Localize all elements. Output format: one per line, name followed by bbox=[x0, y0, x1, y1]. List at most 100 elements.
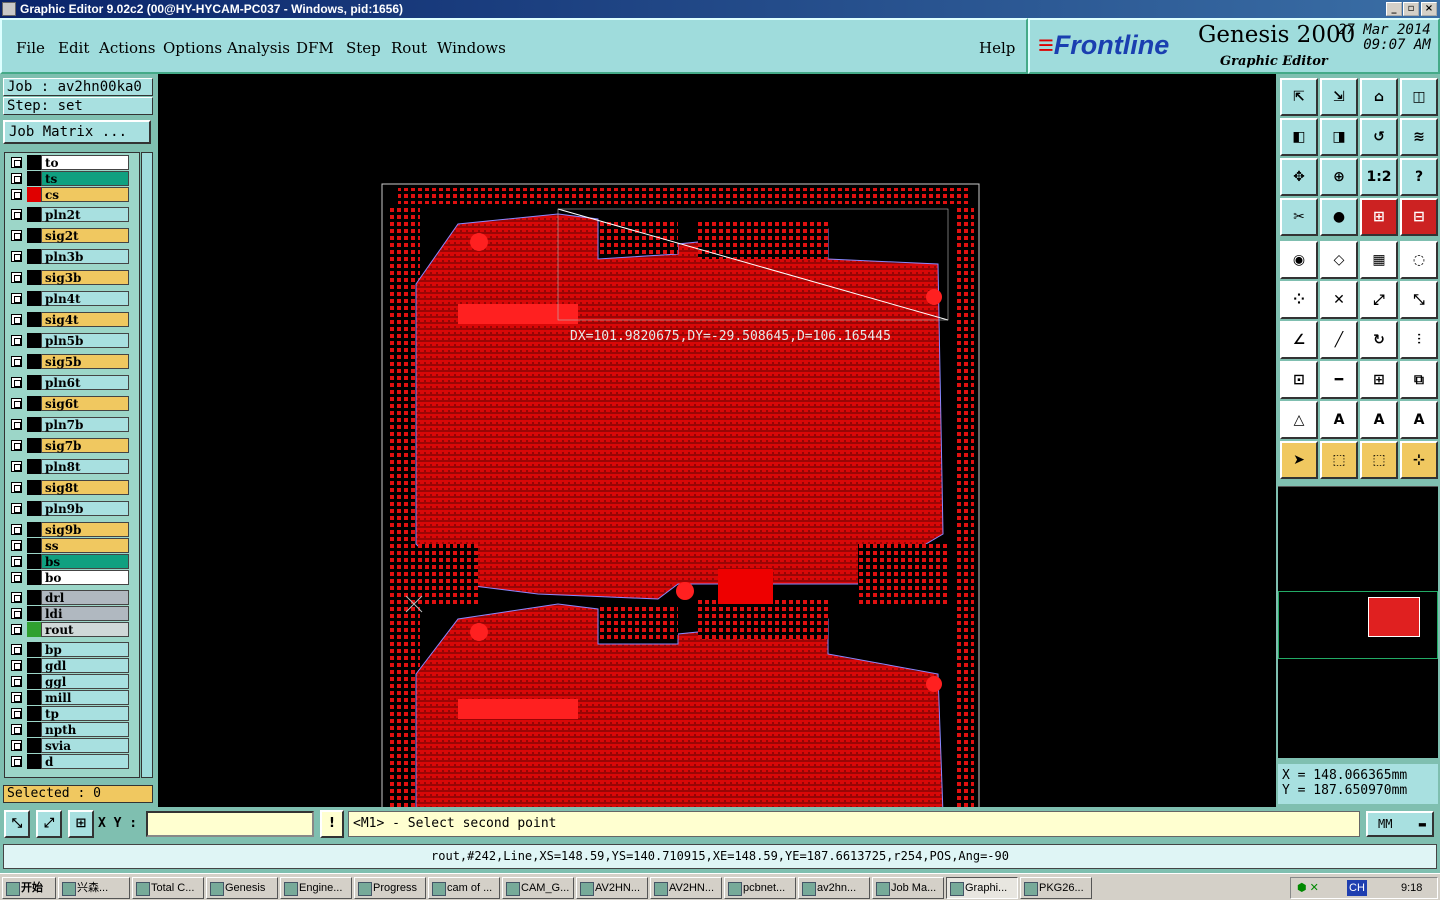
layer-row-sig7b[interactable]: sig7b bbox=[7, 438, 129, 453]
tool-22-icon[interactable]: ✕ bbox=[1320, 281, 1358, 319]
layer-row-sig8t[interactable]: sig8t bbox=[7, 480, 129, 495]
tool-37-icon[interactable]: ➤ bbox=[1280, 441, 1318, 479]
layer-row-npth[interactable]: npth bbox=[7, 722, 129, 737]
layer-row-mill[interactable]: mill bbox=[7, 690, 129, 705]
taskbar-item[interactable]: Progress bbox=[354, 877, 426, 899]
layer-checkbox[interactable] bbox=[11, 440, 22, 451]
menu-dfm[interactable]: DFM bbox=[296, 39, 334, 57]
tool-7-icon[interactable]: ↺ bbox=[1360, 118, 1398, 156]
tool-2-icon[interactable]: ⇲ bbox=[1320, 78, 1358, 116]
layer-checkbox[interactable] bbox=[11, 740, 22, 751]
menu-step[interactable]: Step bbox=[346, 39, 381, 57]
tool-9-icon[interactable]: ✥ bbox=[1280, 158, 1318, 196]
layer-row-ggl[interactable]: ggl bbox=[7, 674, 129, 689]
layer-color-swatch[interactable] bbox=[27, 270, 41, 285]
layer-row-drl[interactable]: drl bbox=[7, 590, 129, 605]
layer-checkbox[interactable] bbox=[11, 676, 22, 687]
layer-checkbox[interactable] bbox=[11, 592, 22, 603]
tool-3-icon[interactable]: ⌂ bbox=[1360, 78, 1398, 116]
layer-checkbox[interactable] bbox=[11, 482, 22, 493]
taskbar-item[interactable]: pcbnet... bbox=[724, 877, 796, 899]
menu-analysis[interactable]: Analysis bbox=[227, 39, 290, 57]
tool-24-icon[interactable]: ⤡ bbox=[1400, 281, 1438, 319]
tool-31-icon[interactable]: ⊞ bbox=[1360, 361, 1398, 399]
tool-12-icon[interactable]: ? bbox=[1400, 158, 1438, 196]
close-button[interactable]: × bbox=[1421, 2, 1437, 16]
layer-checkbox[interactable] bbox=[11, 692, 22, 703]
layer-checkbox[interactable] bbox=[11, 398, 22, 409]
layer-color-swatch[interactable] bbox=[27, 706, 41, 721]
layer-checkbox[interactable] bbox=[11, 157, 22, 168]
taskbar-item[interactable]: CAM_G... bbox=[502, 877, 574, 899]
layer-row-pln2t[interactable]: pln2t bbox=[7, 207, 129, 222]
layer-color-swatch[interactable] bbox=[27, 754, 41, 769]
layer-checkbox[interactable] bbox=[11, 624, 22, 635]
layer-checkbox[interactable] bbox=[11, 173, 22, 184]
taskbar-item[interactable]: av2hn... bbox=[798, 877, 870, 899]
layer-checkbox[interactable] bbox=[11, 209, 22, 220]
layer-row-tp[interactable]: tp bbox=[7, 706, 129, 721]
layer-checkbox[interactable] bbox=[11, 724, 22, 735]
tool-36-icon[interactable]: A bbox=[1400, 401, 1438, 439]
tool-10-icon[interactable]: ⊕ bbox=[1320, 158, 1358, 196]
layer-row-sig3b[interactable]: sig3b bbox=[7, 270, 129, 285]
menu-help[interactable]: Help bbox=[979, 39, 1015, 57]
layer-color-swatch[interactable] bbox=[27, 155, 41, 170]
layer-color-swatch[interactable] bbox=[27, 249, 41, 264]
layer-color-swatch[interactable] bbox=[27, 375, 41, 390]
tool-23-icon[interactable]: ⤢ bbox=[1360, 281, 1398, 319]
layer-color-swatch[interactable] bbox=[27, 522, 41, 537]
layer-row-bp[interactable]: bp bbox=[7, 642, 129, 657]
layer-row-sig5b[interactable]: sig5b bbox=[7, 354, 129, 369]
layer-row-pln6t[interactable]: pln6t bbox=[7, 375, 129, 390]
layer-color-swatch[interactable] bbox=[27, 606, 41, 621]
tool-21-icon[interactable]: ⁘ bbox=[1280, 281, 1318, 319]
layer-checkbox[interactable] bbox=[11, 230, 22, 241]
layer-checkbox[interactable] bbox=[11, 461, 22, 472]
layer-checkbox[interactable] bbox=[11, 524, 22, 535]
layer-color-swatch[interactable] bbox=[27, 622, 41, 637]
tool-27-icon[interactable]: ↻ bbox=[1360, 321, 1398, 359]
layer-row-ss[interactable]: ss bbox=[7, 538, 129, 553]
tool-35-icon[interactable]: A bbox=[1360, 401, 1398, 439]
layer-checkbox[interactable] bbox=[11, 540, 22, 551]
start-button[interactable]: 开始 bbox=[2, 877, 56, 899]
tool-4-icon[interactable]: ◫ bbox=[1400, 78, 1438, 116]
layer-color-swatch[interactable] bbox=[27, 480, 41, 495]
tool-30-icon[interactable]: ━ bbox=[1320, 361, 1358, 399]
layer-row-svia[interactable]: svia bbox=[7, 738, 129, 753]
layer-checkbox[interactable] bbox=[11, 335, 22, 346]
layer-row-sig9b[interactable]: sig9b bbox=[7, 522, 129, 537]
layer-color-swatch[interactable] bbox=[27, 690, 41, 705]
layer-color-swatch[interactable] bbox=[27, 538, 41, 553]
layer-color-swatch[interactable] bbox=[27, 674, 41, 689]
menu-edit[interactable]: Edit bbox=[58, 39, 89, 57]
tool-34-icon[interactable]: A bbox=[1320, 401, 1358, 439]
taskbar-item[interactable]: cam of ... bbox=[428, 877, 500, 899]
tool-33-icon[interactable]: △ bbox=[1280, 401, 1318, 439]
pcb-view[interactable]: DX=101.9820675,DY=-29.508645,D=106.16544… bbox=[158, 74, 1276, 807]
menu-file[interactable]: File bbox=[16, 39, 45, 57]
layer-checkbox[interactable] bbox=[11, 756, 22, 767]
layer-row-gdl[interactable]: gdl bbox=[7, 658, 129, 673]
layer-checkbox[interactable] bbox=[11, 189, 22, 200]
taskbar-item[interactable]: Job Ma... bbox=[872, 877, 944, 899]
taskbar-item[interactable]: AV2HN... bbox=[576, 877, 648, 899]
layer-checkbox[interactable] bbox=[11, 251, 22, 262]
layer-color-swatch[interactable] bbox=[27, 291, 41, 306]
minimize-button[interactable]: _ bbox=[1386, 2, 1402, 16]
tool-13-icon[interactable]: ✂ bbox=[1280, 198, 1318, 236]
layer-row-pln5b[interactable]: pln5b bbox=[7, 333, 129, 348]
layer-checkbox[interactable] bbox=[11, 272, 22, 283]
grid-icon[interactable]: ⊞ bbox=[68, 810, 94, 838]
layer-color-swatch[interactable] bbox=[27, 459, 41, 474]
layer-row-pln3b[interactable]: pln3b bbox=[7, 249, 129, 264]
layer-checkbox[interactable] bbox=[11, 503, 22, 514]
menu-rout[interactable]: Rout bbox=[391, 39, 427, 57]
layer-checkbox[interactable] bbox=[11, 660, 22, 671]
layer-color-swatch[interactable] bbox=[27, 738, 41, 753]
layer-row-ldi[interactable]: ldi bbox=[7, 606, 129, 621]
tool-11-icon[interactable]: 1:2 bbox=[1360, 158, 1398, 196]
taskbar-item[interactable]: 兴森... bbox=[58, 877, 130, 899]
layer-row-cs[interactable]: cs bbox=[7, 187, 129, 202]
